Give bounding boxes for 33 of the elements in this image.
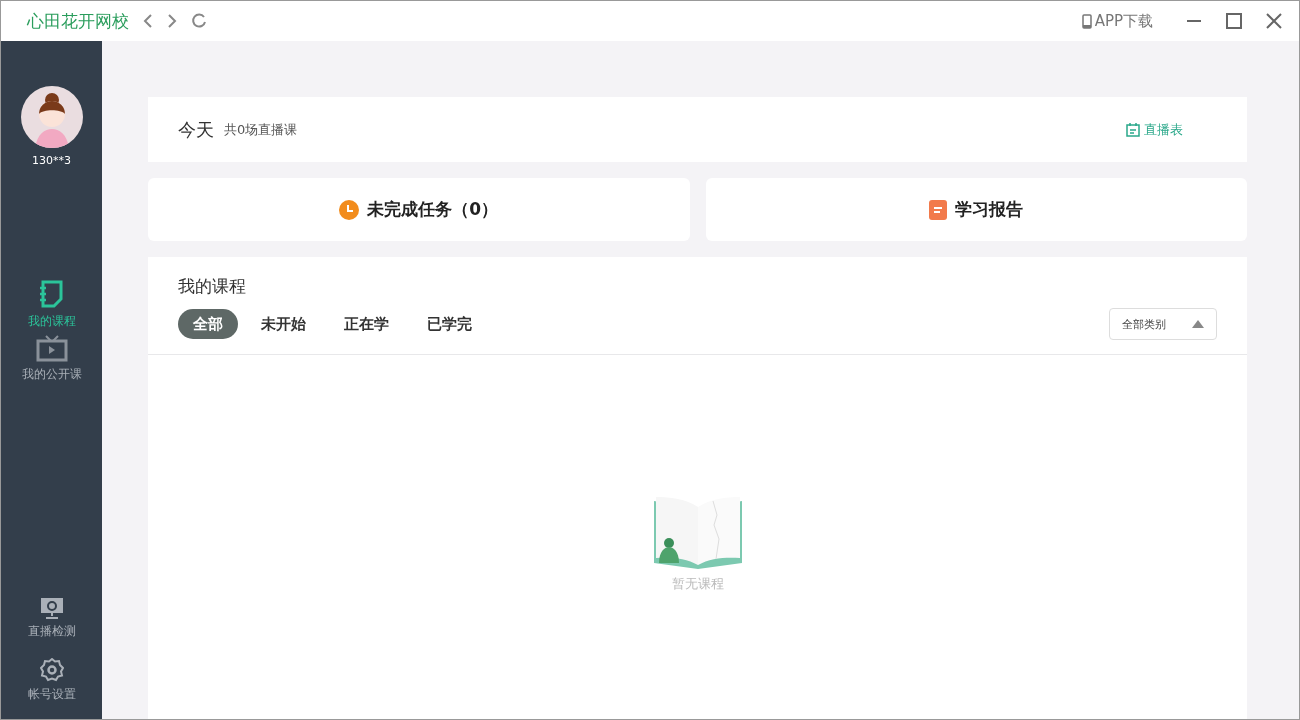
calendar-icon [1126,122,1140,137]
forward-icon[interactable] [167,14,177,28]
monitor-icon [39,597,64,619]
phone-icon [1081,13,1092,29]
sidebar-item[interactable]: 我的公开课 [21,332,82,385]
tv-icon [35,334,68,362]
document-icon [929,199,948,220]
filter-tab[interactable]: 全部 [178,309,238,339]
today-title: 今天 [178,117,214,142]
courses-title: 我的课程 [178,275,247,298]
user-name: 130**3 [32,154,71,167]
minimize-icon [1187,20,1201,22]
sidebar-item[interactable]: 我的课程 [27,277,76,332]
empty-message: 暂无课程 [671,575,724,593]
clock-icon [339,199,360,220]
sidebar-item[interactable]: 直播检测 [27,595,76,642]
back-icon[interactable] [143,14,153,28]
live-count: 共0场直播课 [224,120,298,139]
close-icon [1265,12,1283,30]
sidebar-item[interactable]: 帐号设置 [27,656,76,705]
filter-tab[interactable]: 未开始 [246,309,321,339]
maximize-icon [1225,12,1243,30]
caret-icon [1192,320,1204,328]
filter-tab[interactable]: 正在学 [329,309,404,339]
app-download-link[interactable]: APP下载 [1081,11,1153,31]
schedule-link[interactable]: 直播表 [1126,120,1183,139]
settings-icon [39,658,64,682]
window-title: 心田花开网校 [27,9,129,33]
report-button[interactable]: 学习报告 [705,178,1247,241]
tasks-button[interactable]: 未完成任务（0） [148,178,690,241]
filter-tab[interactable]: 已学完 [412,309,487,339]
category-dropdown[interactable]: 全部类别 [1109,308,1217,340]
refresh-icon[interactable] [191,13,207,29]
